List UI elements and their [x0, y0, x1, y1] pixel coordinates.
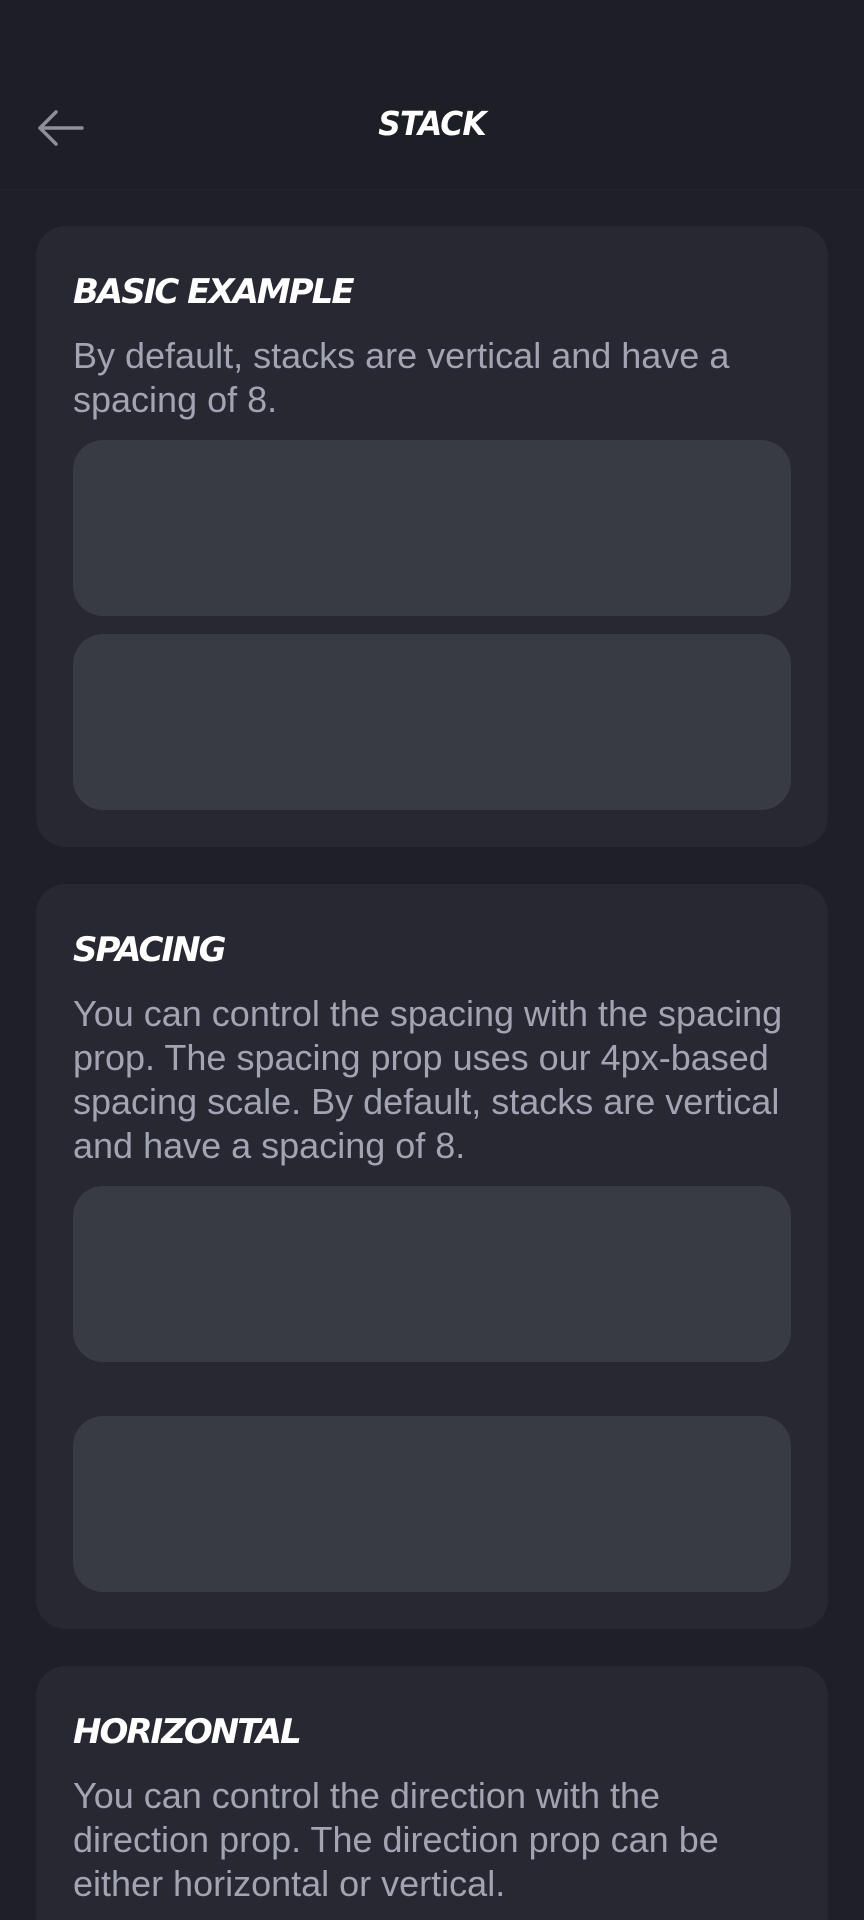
stack-item — [73, 1416, 791, 1592]
spacing-card: SPACING You can control the spacing with… — [36, 884, 828, 1629]
horizontal-card: HORIZONTAL You can control the direction… — [36, 1666, 828, 1920]
section-description: By default, stacks are vertical and have… — [73, 335, 730, 420]
section-title: BASIC EXAMPLE — [73, 272, 355, 312]
stack-screen: STACK BASIC EXAMPLE By default, stacks a… — [0, 0, 864, 1920]
section-title: HORIZONTAL — [73, 1712, 302, 1752]
page-title: STACK — [378, 104, 486, 143]
stack-item — [73, 440, 791, 616]
basic-example-card: BASIC EXAMPLE By default, stacks are ver… — [36, 226, 828, 847]
app-header: STACK — [0, 0, 864, 190]
section-description: You can control the spacing with the spa… — [73, 993, 783, 1166]
section-description: You can control the direction with the d… — [73, 1775, 719, 1904]
stack-item — [73, 634, 791, 810]
stack-item — [73, 1186, 791, 1362]
content-scroll[interactable]: BASIC EXAMPLE By default, stacks are ver… — [36, 226, 828, 1920]
section-title: SPACING — [73, 930, 227, 970]
